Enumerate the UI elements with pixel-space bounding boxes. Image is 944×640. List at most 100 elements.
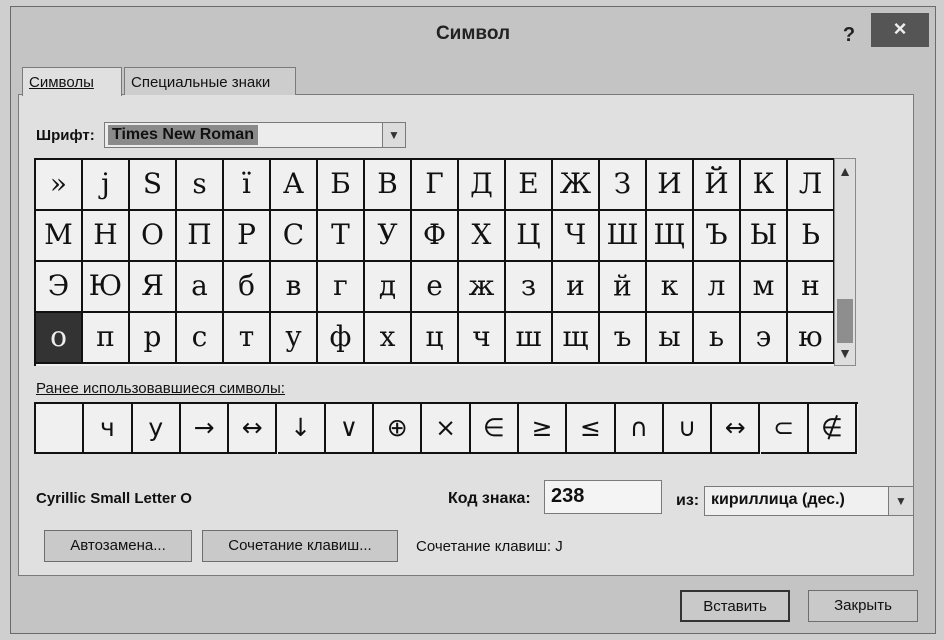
symbol-cell[interactable]: П — [177, 211, 224, 262]
symbol-cell[interactable]: ъ — [600, 313, 647, 364]
symbol-cell[interactable]: ц — [412, 313, 459, 364]
symbol-grid-scrollbar[interactable]: ▲ ▼ — [834, 158, 856, 366]
recent-symbol-cell[interactable]: ≥ — [519, 404, 568, 454]
symbol-cell[interactable]: » — [36, 160, 83, 211]
recent-symbol-cell[interactable]: ∪ — [663, 404, 713, 454]
chevron-down-icon[interactable]: ▼ — [888, 487, 913, 515]
symbol-cell[interactable]: х — [365, 313, 412, 364]
tab-symbols[interactable]: Символы — [22, 67, 122, 96]
symbol-cell[interactable]: Ю — [83, 262, 130, 313]
insert-button[interactable]: Вставить — [680, 590, 790, 622]
recent-symbol-cell[interactable]: ↓ — [277, 404, 326, 454]
recent-symbol-cell[interactable]: ∩ — [615, 404, 664, 454]
chevron-down-icon[interactable]: ▼ — [835, 343, 855, 363]
symbol-cell[interactable]: Т — [318, 211, 365, 262]
symbol-cell[interactable]: О — [130, 211, 177, 262]
symbol-cell[interactable]: S — [130, 160, 177, 211]
symbol-cell[interactable]: Г — [412, 160, 459, 211]
symbol-cell[interactable]: Ф — [412, 211, 459, 262]
autocorrect-button[interactable]: Автозамена... — [44, 530, 192, 562]
symbol-cell[interactable]: р — [130, 313, 177, 364]
symbol-cell[interactable]: з — [506, 262, 553, 313]
symbol-cell[interactable]: в — [271, 262, 318, 313]
symbol-cell[interactable]: с — [177, 313, 224, 364]
symbol-cell[interactable]: д — [365, 262, 412, 313]
symbol-cell[interactable]: е — [412, 262, 459, 313]
recent-symbol-cell[interactable]: у — [132, 404, 181, 454]
tab-special-characters[interactable]: Специальные знаки — [124, 67, 296, 95]
character-code-input[interactable]: 238 — [544, 480, 662, 514]
help-button[interactable]: ? — [835, 21, 863, 49]
symbol-cell[interactable]: э — [741, 313, 788, 364]
symbol-cell[interactable]: В — [365, 160, 412, 211]
symbol-cell[interactable]: п — [83, 313, 130, 364]
symbol-cell[interactable]: j — [83, 160, 130, 211]
recent-symbol-cell[interactable]: ч — [84, 404, 133, 454]
recent-symbol-cell[interactable]: ≤ — [567, 404, 616, 454]
symbol-cell[interactable]: ж — [459, 262, 506, 313]
symbol-cell[interactable]: и — [553, 262, 600, 313]
symbol-cell[interactable]: Б — [318, 160, 365, 211]
symbol-cell[interactable]: а — [177, 262, 224, 313]
symbol-cell[interactable]: М — [36, 211, 83, 262]
symbol-cell[interactable]: у — [271, 313, 318, 364]
symbol-cell[interactable]: ш — [506, 313, 553, 364]
symbol-cell[interactable]: И — [647, 160, 694, 211]
symbol-cell[interactable]: Р — [224, 211, 271, 262]
symbol-cell[interactable]: Ь — [788, 211, 835, 262]
symbol-cell[interactable]: й — [600, 262, 647, 313]
symbol-cell[interactable]: ч — [459, 313, 506, 364]
symbol-cell[interactable]: С — [271, 211, 318, 262]
recent-symbol-cell[interactable]: ∈ — [470, 404, 519, 454]
recent-symbol-cell[interactable]: ⊂ — [760, 404, 809, 454]
symbol-cell[interactable]: Й — [694, 160, 741, 211]
recent-symbol-cell[interactable]: ↔ — [229, 404, 278, 454]
symbol-cell[interactable]: Ж — [553, 160, 600, 211]
symbol-cell[interactable]: л — [694, 262, 741, 313]
symbol-cell[interactable]: Э — [36, 262, 83, 313]
symbol-cell[interactable]: Л — [788, 160, 835, 211]
symbol-cell[interactable]: Щ — [647, 211, 694, 262]
symbol-cell[interactable]: Д — [459, 160, 506, 211]
recent-symbol-cell[interactable]: → — [180, 404, 230, 454]
symbol-cell[interactable]: Н — [83, 211, 130, 262]
symbol-cell[interactable]: б — [224, 262, 271, 313]
symbol-cell[interactable]: Я — [130, 262, 177, 313]
symbol-cell[interactable]: Ы — [741, 211, 788, 262]
close-x-button[interactable]: × — [871, 13, 929, 47]
symbol-cell[interactable]: Ш — [600, 211, 647, 262]
recent-symbol-cell[interactable]: ↔ — [712, 404, 761, 454]
close-button[interactable]: Закрыть — [808, 590, 918, 622]
scrollbar-thumb[interactable] — [837, 299, 853, 343]
recent-symbol-cell[interactable]: ⊕ — [374, 404, 423, 454]
symbol-cell[interactable]: З — [600, 160, 647, 211]
chevron-up-icon[interactable]: ▲ — [835, 161, 855, 181]
symbol-cell[interactable]: к — [647, 262, 694, 313]
symbol-cell[interactable]: т — [224, 313, 271, 364]
symbol-cell[interactable]: м — [741, 262, 788, 313]
symbol-cell[interactable]: щ — [553, 313, 600, 364]
symbol-cell[interactable]: К — [741, 160, 788, 211]
from-select[interactable]: кириллица (дес.) ▼ — [704, 486, 914, 516]
symbol-cell[interactable]: У — [365, 211, 412, 262]
symbol-cell[interactable]: А — [271, 160, 318, 211]
symbol-cell[interactable]: ф — [318, 313, 365, 364]
recent-symbol-cell[interactable]: ∉ — [808, 404, 858, 454]
chevron-down-icon[interactable]: ▼ — [382, 123, 405, 147]
symbol-cell[interactable]: Х — [459, 211, 506, 262]
symbol-cell[interactable]: Ц — [506, 211, 553, 262]
font-select[interactable]: Times New Roman ▼ — [104, 122, 406, 148]
symbol-cell[interactable]: ы — [647, 313, 694, 364]
symbol-cell[interactable]: ю — [788, 313, 835, 364]
symbol-cell[interactable]: Ъ — [694, 211, 741, 262]
recent-symbol-cell[interactable]: × — [422, 404, 471, 454]
symbol-cell[interactable]: Е — [506, 160, 553, 211]
symbol-cell[interactable]: о — [36, 313, 83, 364]
symbol-cell[interactable]: ï — [224, 160, 271, 211]
symbol-cell[interactable]: н — [788, 262, 835, 313]
recent-symbol-cell[interactable] — [36, 404, 85, 454]
symbol-cell[interactable]: s — [177, 160, 224, 211]
symbol-cell[interactable]: г — [318, 262, 365, 313]
recent-symbol-cell[interactable]: ∨ — [325, 404, 375, 454]
shortcut-key-button[interactable]: Сочетание клавиш... — [202, 530, 398, 562]
